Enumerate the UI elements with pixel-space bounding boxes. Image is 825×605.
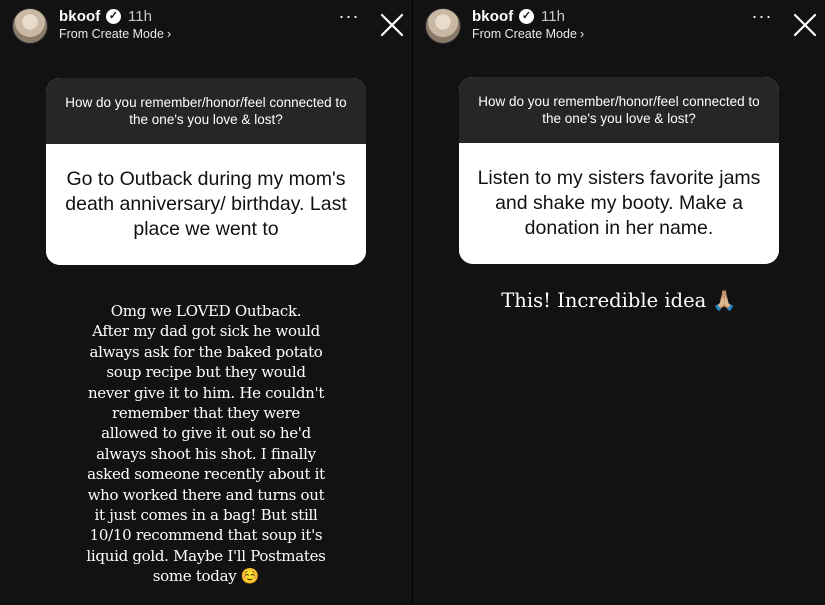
chevron-right-icon: › [166,26,172,41]
avatar[interactable] [425,8,461,44]
reply-text: This! Incredible idea 🙏🏼 [501,289,737,312]
answer-text: Listen to my sisters favorite jams and s… [459,143,779,264]
reply-line: never give it to him. He couldn't [87,383,325,402]
question-sticker: How do you remember/honor/feel connected… [46,78,366,265]
reply-line: 10/10 recommend that soup it's [89,526,323,545]
reply-text: Omg we LOVED Outback. After my dad got s… [66,301,346,587]
reply-line: remember that they were [112,404,300,423]
story-panel-right: bkoof ✓ 11h From Create Mode › ··· How do… [413,0,825,605]
reply-line: some today ☺️ [152,567,260,586]
close-icon[interactable] [380,13,404,37]
verified-badge-icon: ✓ [106,9,121,24]
post-time: 11h [128,8,152,25]
post-time: 11h [541,8,565,25]
reply-line: Omg we LOVED Outback. [110,302,302,320]
reply-line: always shoot his shot. I finally [96,444,316,463]
create-mode-link[interactable]: From Create Mode › [59,26,171,41]
username[interactable]: bkoof [59,8,100,25]
question-text: How do you remember/honor/feel connected… [46,78,366,144]
story-panel-left: bkoof ✓ 11h From Create Mode › ··· How do… [0,0,412,605]
username[interactable]: bkoof [472,8,513,25]
more-options-icon[interactable]: ··· [336,7,362,30]
verified-badge-icon: ✓ [519,9,534,24]
question-text: How do you remember/honor/feel connected… [459,77,779,143]
reply-line: allowed to give it out so he'd [101,424,311,443]
question-sticker: How do you remember/honor/feel connected… [459,77,779,264]
avatar[interactable] [12,8,48,44]
answer-text: Go to Outback during my mom's death anni… [46,144,366,265]
reply-line: always ask for the baked potato [89,342,323,361]
reply-line: liquid gold. Maybe I'll Postmates [86,546,326,565]
create-mode-label: From Create Mode [59,27,164,41]
chevron-right-icon: › [579,26,585,41]
create-mode-link[interactable]: From Create Mode › [472,26,584,41]
reply-line: it just comes in a bag! But still [94,506,318,525]
story-header: bkoof ✓ 11h From Create Mode › ··· [413,0,825,52]
create-mode-label: From Create Mode [472,27,577,41]
reply-line: After my dad got sick he would [92,322,320,341]
reply-line: asked someone recently about it [87,465,325,484]
reply-line: who worked there and turns out [87,485,325,504]
more-options-icon[interactable]: ··· [749,7,775,30]
reply-line: soup recipe but they would [106,363,306,382]
close-icon[interactable] [793,13,817,37]
story-header: bkoof ✓ 11h From Create Mode › ··· [0,0,412,52]
